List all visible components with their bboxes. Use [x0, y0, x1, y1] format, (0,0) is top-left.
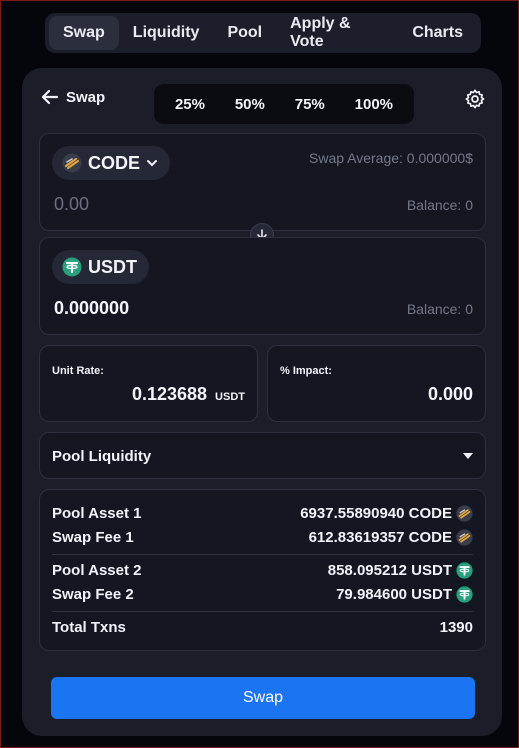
pool-stats-panel: Pool Asset 1 6937.55890940 CODE Swap Fee…	[39, 489, 486, 651]
top-nav: Swap Liquidity Pool Apply & Vote Charts	[45, 13, 481, 53]
to-balance: Balance: 0	[406, 301, 473, 317]
pool-asset-2-label: Pool Asset 2	[52, 562, 142, 579]
from-token-symbol: CODE	[88, 152, 141, 173]
total-txns-row: Total Txns 1390	[52, 619, 473, 636]
percent-75-button[interactable]: 75%	[295, 96, 325, 113]
swap-fee-1-label: Swap Fee 1	[52, 529, 134, 546]
pool-asset-2-value: 858.095212 USDT	[327, 562, 452, 579]
from-token-select[interactable]: CODE	[52, 146, 171, 180]
swap-fee-2-value: 79.984600 USDT	[336, 586, 452, 603]
caret-down-icon	[463, 452, 473, 460]
back-button[interactable]: Swap	[40, 87, 105, 107]
usdt-token-icon	[62, 257, 82, 277]
unit-rate-label: Unit Rate:	[52, 365, 104, 377]
price-impact-value: 0.000	[427, 384, 473, 404]
total-txns-value: 1390	[439, 619, 473, 636]
from-amount-input[interactable]: 0.00	[54, 194, 89, 215]
pool-liquidity-dropdown[interactable]: Pool Liquidity	[39, 432, 486, 479]
pool-liquidity-label: Pool Liquidity	[52, 448, 152, 465]
price-impact-label: % Impact:	[280, 365, 332, 377]
pool-asset-1-value: 6937.55890940 CODE	[300, 505, 452, 522]
nav-tab-charts[interactable]: Charts	[398, 16, 477, 50]
pool-asset-1-row: Pool Asset 1 6937.55890940 CODE	[52, 505, 473, 522]
unit-rate-unit: USDT	[215, 391, 245, 403]
chevron-down-icon	[146, 157, 158, 169]
nav-tab-pool[interactable]: Pool	[213, 16, 276, 50]
pool-asset-2-row: Pool Asset 2 858.095212 USDT	[52, 562, 473, 579]
price-impact-panel: % Impact: 0.000	[267, 345, 486, 422]
usdt-token-icon	[456, 562, 473, 579]
nav-tab-apply-vote[interactable]: Apply & Vote	[276, 15, 398, 50]
swap-button[interactable]: Swap	[51, 677, 475, 719]
to-token-symbol: USDT	[88, 256, 137, 277]
percent-25-button[interactable]: 25%	[175, 96, 205, 113]
swap-card: Swap 25% 50% 75% 100% CODE Swap Average:…	[22, 68, 502, 736]
swap-fee-2-label: Swap Fee 2	[52, 586, 134, 603]
code-token-icon	[62, 153, 82, 173]
gear-icon[interactable]	[464, 88, 486, 110]
swap-average: Swap Average: 0.000000$	[309, 150, 473, 166]
usdt-token-icon	[456, 586, 473, 603]
unit-rate-value: 0.123688	[131, 384, 208, 404]
percent-50-button[interactable]: 50%	[235, 96, 265, 113]
percent-100-button[interactable]: 100%	[355, 96, 393, 113]
pool-asset-1-label: Pool Asset 1	[52, 505, 142, 522]
nav-tab-liquidity[interactable]: Liquidity	[119, 16, 214, 50]
arrow-left-icon	[40, 87, 60, 107]
code-token-icon	[456, 529, 473, 546]
divider	[52, 554, 473, 555]
unit-rate-value-group: 0.123688 USDT	[132, 384, 245, 405]
swap-fee-1-value: 612.83619357 CODE	[308, 529, 452, 546]
from-balance: Balance: 0	[406, 197, 473, 213]
unit-rate-panel: Unit Rate: 0.123688 USDT	[39, 345, 258, 422]
to-token-select[interactable]: USDT	[52, 250, 149, 284]
from-token-panel: CODE Swap Average: 0.000000$ 0.00 Balanc…	[39, 133, 486, 231]
total-txns-label: Total Txns	[52, 619, 126, 636]
nav-tab-swap[interactable]: Swap	[49, 16, 119, 50]
back-label: Swap	[66, 88, 106, 106]
divider	[52, 611, 473, 612]
to-token-panel: USDT 0.000000 Balance: 0	[39, 237, 486, 335]
swap-fee-1-row: Swap Fee 1 612.83619357 CODE	[52, 529, 473, 546]
swap-fee-2-row: Swap Fee 2 79.984600 USDT	[52, 586, 473, 603]
to-amount-output: 0.000000	[54, 298, 130, 318]
code-token-icon	[456, 505, 473, 522]
percent-selector: 25% 50% 75% 100%	[154, 84, 414, 124]
